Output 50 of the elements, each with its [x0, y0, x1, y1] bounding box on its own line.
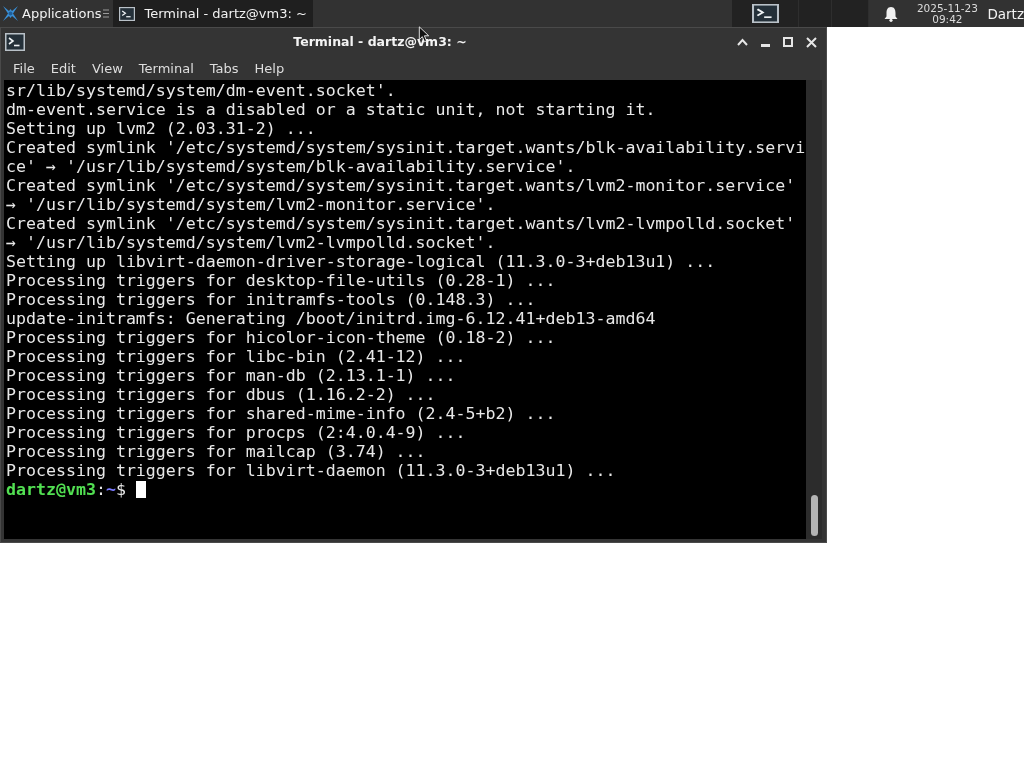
terminal-line: → '/usr/lib/systemd/system/lvm2-lvmpolld.socket'.: [6, 233, 496, 252]
terminal-icon: [751, 4, 779, 23]
menu-item[interactable]: File: [5, 58, 43, 78]
terminal-line: sr/lib/systemd/system/dm-event.socket'.: [6, 81, 396, 100]
terminal-line: → '/usr/lib/systemd/system/lvm2-monitor.service'.: [6, 195, 496, 214]
terminal-icon: [119, 6, 136, 21]
terminal-line: update-initramfs: Generating /boot/initrd.img-6.12.41+deb13-amd64: [6, 309, 656, 328]
menu-item[interactable]: View: [83, 58, 131, 78]
terminal-line: Created symlink '/etc/systemd/system/sysinit.target.wants/lvm2-lvmpolld.socket': [6, 214, 796, 233]
close-icon[interactable]: [806, 36, 817, 48]
terminal-line: Processing triggers for procps (2:4.0.4-9) ...: [6, 423, 466, 442]
clock-date: 2025-11-23: [916, 2, 978, 14]
terminal-line: Setting up libvirt-daemon-driver-storage-logical (11.3.0-3+deb13u1) ...: [6, 252, 716, 271]
window-title: Terminal - dartz@vm3: ~: [293, 35, 467, 49]
terminal-line: Processing triggers for dbus (1.16.2-2) ...: [6, 385, 436, 404]
text-cursor-icon: [135, 481, 146, 498]
terminal-line: Processing triggers for man-db (2.13.1-1) ...: [6, 366, 456, 385]
workspace-pager[interactable]: [732, 0, 870, 27]
terminal-line: Processing triggers for mailcap (3.74) ...: [6, 442, 426, 461]
notification-bell-icon[interactable]: [884, 5, 899, 22]
maximize-icon[interactable]: [783, 37, 793, 47]
scrollbar-thumb[interactable]: [810, 495, 818, 536]
prompt-separator: :: [95, 480, 106, 499]
terminal-line: Processing triggers for libvirt-daemon (11.3.0-3+deb13u1) ...: [6, 461, 616, 480]
chevron-up-icon[interactable]: [737, 38, 748, 46]
terminal-line: Processing triggers for shared-mime-info (2.4-5+b2) ...: [6, 404, 556, 423]
prompt-user-host: dartz@vm3: [6, 480, 96, 499]
applications-menu[interactable]: Applications: [0, 0, 102, 27]
menu-item[interactable]: Edit: [42, 58, 84, 78]
terminal-line: ce' → '/usr/lib/systemd/system/blk-availability.service'.: [6, 157, 576, 176]
handle-icon: [103, 9, 110, 18]
terminal-line: Processing triggers for initramfs-tools (0.148.3) ...: [6, 290, 536, 309]
menu-logo-icon: [2, 5, 19, 22]
terminal-line: Processing triggers for desktop-file-utils (0.28-1) ...: [6, 271, 556, 290]
terminal-icon: [5, 33, 25, 51]
terminal-line: Processing triggers for hicolor-icon-theme (0.18-2) ...: [6, 328, 556, 347]
prompt-symbol: $: [115, 480, 126, 499]
terminal-line: Created symlink '/etc/systemd/system/sysinit.target.wants/lvm2-monitor.service': [6, 176, 796, 195]
menu-item[interactable]: Help: [246, 58, 293, 78]
prompt-path: ~: [105, 480, 116, 499]
terminal-line: dm-event.service is a disabled or a static unit, not starting it.: [6, 100, 656, 119]
terminal-line: Created symlink '/etc/systemd/system/sysinit.target.wants/blk-availability.servi: [6, 138, 806, 157]
menu-item[interactable]: Terminal: [130, 58, 202, 78]
taskbar-button[interactable]: Terminal - dartz@vm3: ~: [113, 0, 314, 27]
menu-item[interactable]: Tabs: [201, 58, 247, 78]
clock-time: 09:42: [932, 13, 963, 25]
terminal-line: Setting up lvm2 (2.03.31-2) ...: [6, 119, 316, 138]
scrollbar-track[interactable]: [806, 80, 822, 539]
terminal-line: Processing triggers for libc-bin (2.41-12) ...: [6, 347, 466, 366]
user-name[interactable]: Dartz: [987, 5, 1024, 22]
